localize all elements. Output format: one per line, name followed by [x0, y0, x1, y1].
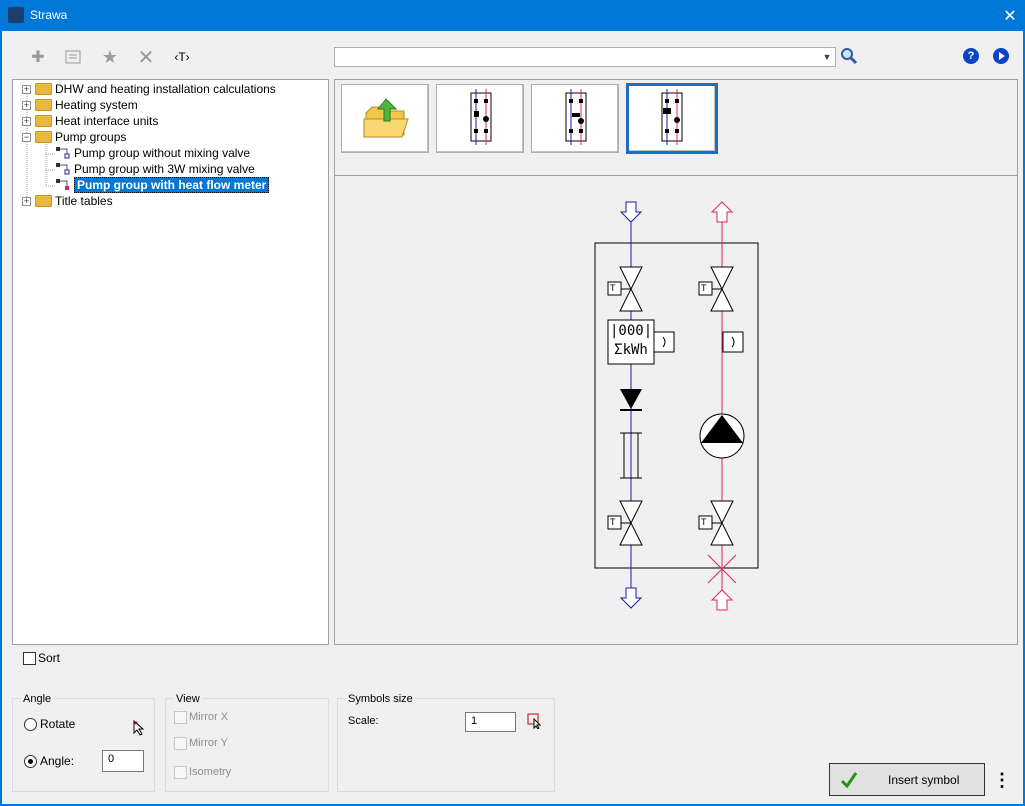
symbol-icon: [56, 163, 70, 175]
symbol-icon: [56, 179, 69, 190]
tree-item-pump-groups[interactable]: − Pump groups: [22, 129, 126, 145]
meter-unit: ΣkWh: [614, 342, 648, 358]
folder-icon: [35, 195, 52, 207]
chevron-down-icon[interactable]: ▼: [821, 50, 833, 64]
folder-icon: [35, 83, 52, 95]
mirror-y-label: Mirror Y: [189, 737, 228, 749]
symbols-size-title: Symbols size: [346, 693, 415, 705]
temp-sensor-label-2: T: [701, 283, 707, 293]
tree-item-pump-group-no-mixing[interactable]: Pump group without mixing valve: [56, 145, 250, 161]
mirror-y-checkbox[interactable]: [174, 737, 187, 750]
symbols-size-group: Symbols size: [337, 693, 555, 792]
add-button[interactable]: ✚: [26, 45, 50, 69]
expand-icon[interactable]: +: [22, 84, 31, 94]
window-title: Strawa: [30, 8, 68, 22]
search-combobox[interactable]: ▼: [334, 47, 836, 67]
symbol-tree[interactable]: + DHW and heating installation calculati…: [12, 79, 329, 645]
sort-label: Sort: [38, 651, 61, 665]
scale-pick-icon[interactable]: [527, 713, 543, 732]
tree-item-heat-interface-units[interactable]: + Heat interface units: [22, 113, 158, 129]
isometry-checkbox[interactable]: [174, 766, 187, 779]
thumbnail-pump-group-1[interactable]: [436, 84, 524, 153]
text-button[interactable]: ‹T›: [170, 45, 194, 69]
tree-item-label: DHW and heating installation calculation…: [55, 82, 276, 96]
tree-item-title-tables[interactable]: + Title tables: [22, 193, 113, 209]
tree-item-dhw[interactable]: + DHW and heating installation calculati…: [22, 81, 276, 97]
meter-counter: |000|: [610, 323, 653, 339]
play-icon[interactable]: [993, 48, 1009, 64]
temp-sensor-label-1: T: [610, 283, 616, 293]
favorite-button[interactable]: ★: [98, 45, 122, 69]
delete-icon: ✕: [137, 46, 155, 69]
tree-item-heating-system[interactable]: + Heating system: [22, 97, 138, 113]
thumbnail-pump-group-2[interactable]: [531, 84, 619, 153]
sort-checkbox[interactable]: [23, 652, 36, 665]
pump-group-thumbnail: [470, 89, 492, 145]
collapse-icon[interactable]: −: [22, 132, 31, 142]
thumbnail-pump-group-heat-meter[interactable]: [626, 83, 718, 154]
insert-symbol-label: Insert symbol: [888, 773, 960, 787]
isometry-label: Isometry: [189, 766, 232, 778]
folder-icon: [35, 115, 52, 127]
angle-group: Angle: [12, 693, 155, 792]
scale-input[interactable]: 1: [465, 712, 516, 732]
scale-label: Scale:: [348, 715, 379, 727]
pump-group-thumbnail: [661, 89, 683, 145]
symbol-preview: |000| ΣkWh T T T T: [334, 176, 1018, 645]
tree-item-label: Pump group with heat flow meter: [74, 177, 270, 193]
tree-item-label: Pump group without mixing valve: [74, 146, 251, 160]
angle-radio[interactable]: [24, 755, 37, 768]
folder-open-icon: [35, 131, 52, 143]
rotate-radio[interactable]: [24, 718, 37, 731]
tree-item-pump-group-3w[interactable]: Pump group with 3W mixing valve: [56, 161, 255, 177]
search-icon: [841, 48, 858, 65]
star-icon: ★: [101, 46, 119, 67]
properties-button[interactable]: [61, 45, 85, 69]
rotate-pick-icon[interactable]: [133, 719, 145, 739]
symbol-icon: [56, 147, 70, 159]
rotate-label: Rotate: [40, 717, 76, 731]
properties-icon: [65, 50, 81, 64]
mirror-x-checkbox[interactable]: [174, 711, 187, 724]
tree-item-label: Pump group with 3W mixing valve: [74, 162, 255, 176]
search-button[interactable]: [840, 47, 860, 67]
help-button[interactable]: ?: [963, 48, 979, 64]
pump-group-thumbnail: [565, 89, 587, 145]
more-options-button[interactable]: ⋮: [992, 768, 1012, 792]
angle-group-title: Angle: [21, 693, 54, 705]
tree-item-label: Heating system: [55, 98, 138, 112]
delete-button[interactable]: ✕: [134, 45, 158, 69]
app-icon: [8, 7, 24, 23]
expand-icon[interactable]: +: [22, 116, 31, 126]
angle-input[interactable]: 0: [102, 750, 144, 772]
tree-item-label: Title tables: [55, 194, 113, 208]
title-bar[interactable]: Strawa ✕: [0, 0, 1025, 31]
tree-item-label: Heat interface units: [55, 114, 159, 128]
view-group-title: View: [174, 693, 202, 705]
heat-meter-label: |000| ΣkWh: [610, 322, 652, 360]
tree-item-label: Pump groups: [55, 130, 127, 144]
folder-back-icon: [363, 98, 409, 138]
temp-sensor-label-4: T: [701, 517, 707, 527]
checkmark-icon: [840, 772, 858, 789]
tree-item-pump-group-heat-meter[interactable]: Pump group with heat flow meter: [56, 177, 270, 193]
pump-group-diagram: [594, 201, 759, 611]
expand-icon[interactable]: +: [22, 100, 31, 110]
close-icon: ✕: [1003, 7, 1017, 25]
close-button[interactable]: ✕: [995, 0, 1025, 31]
insert-symbol-button[interactable]: Insert symbol: [829, 763, 985, 796]
expand-icon[interactable]: +: [22, 196, 31, 206]
plus-icon: ✚: [31, 49, 45, 66]
help-icon: ?: [967, 50, 975, 62]
folder-icon: [35, 99, 52, 111]
angle-label: Angle:: [40, 754, 75, 768]
mirror-x-label: Mirror X: [189, 711, 229, 723]
thumbnail-back[interactable]: [341, 84, 429, 153]
temp-sensor-label-3: T: [610, 517, 616, 527]
